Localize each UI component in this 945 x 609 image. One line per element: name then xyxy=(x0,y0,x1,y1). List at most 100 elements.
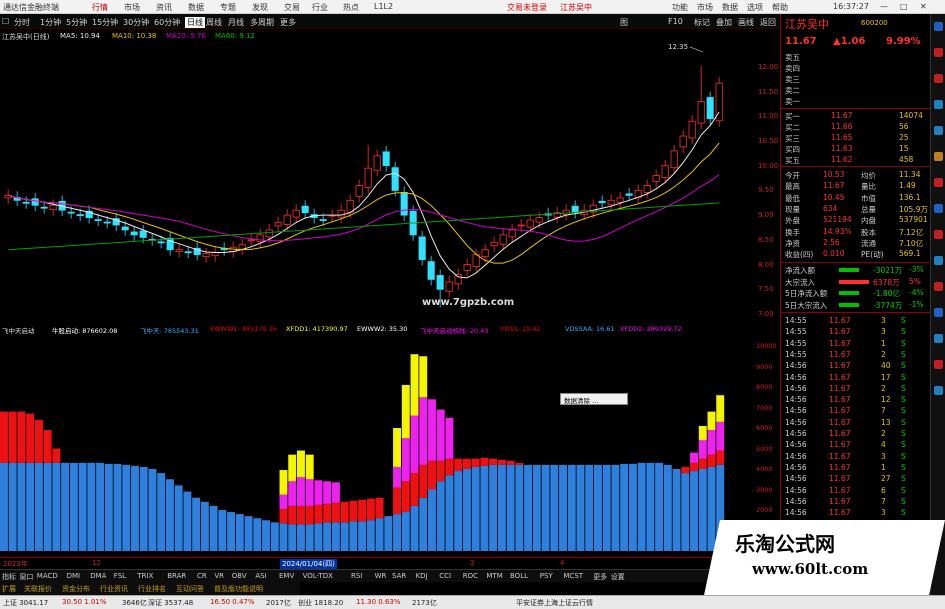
tick-volume: 6 xyxy=(881,485,886,495)
side-tool-icon[interactable] xyxy=(934,334,943,343)
tab-more[interactable]: 更多 xyxy=(280,17,296,28)
side-tool-icon[interactable] xyxy=(934,360,943,369)
indicator-tab[interactable]: BOLL xyxy=(510,572,528,580)
close-icon[interactable]: ✕ xyxy=(920,2,927,11)
side-tool-icon[interactable] xyxy=(934,100,943,109)
side-tool-icon[interactable] xyxy=(934,22,943,31)
indicator-tab[interactable]: DMA xyxy=(90,572,106,580)
indicator-tab[interactable]: CR xyxy=(197,572,207,580)
menu-zixun[interactable]: 资讯 xyxy=(156,2,172,13)
menu-l1l2[interactable]: L1L2 xyxy=(374,2,393,11)
tab-5min[interactable]: 5分钟 xyxy=(66,17,87,28)
menu-shuju2[interactable]: 数据 xyxy=(722,2,738,13)
sz-index[interactable]: 深证 3537.48 xyxy=(148,598,193,608)
maximize-icon[interactable]: □ xyxy=(900,2,908,11)
extension-tab[interactable]: 资金分布 xyxy=(62,584,90,594)
tab-60min[interactable]: 60分钟 xyxy=(154,17,180,28)
indicator-tab[interactable]: FSL xyxy=(114,572,126,580)
indicator-tab[interactable]: KDJ xyxy=(416,572,428,580)
indicator-tab[interactable]: CCI xyxy=(439,572,451,580)
side-tool-icon[interactable] xyxy=(934,204,943,213)
tick-time: 14:55 xyxy=(785,338,807,348)
tab-1min[interactable]: 1分钟 xyxy=(40,17,61,28)
flow-label: 净流入额 xyxy=(785,266,815,275)
indicator-tab[interactable]: 指标 xyxy=(2,572,16,582)
side-tool-icon[interactable] xyxy=(934,386,943,395)
side-tool-icon[interactable] xyxy=(934,230,943,239)
menu-xuanxiang[interactable]: 选项 xyxy=(747,2,763,13)
indicator-tab[interactable]: EMV xyxy=(279,572,294,580)
indicator-tab[interactable]: 更多 xyxy=(593,572,607,582)
extension-tab[interactable]: 关联报价 xyxy=(24,584,52,594)
side-tool-icon[interactable] xyxy=(934,74,943,83)
extension-tab[interactable]: 扩展 xyxy=(2,584,16,594)
side-tool-icon[interactable] xyxy=(934,126,943,135)
indicator-tab[interactable]: SAR xyxy=(392,572,406,580)
toolbar-toggle-icon[interactable]: ☐ xyxy=(2,17,9,26)
indicator-tab[interactable]: BRAR xyxy=(167,572,186,580)
candlestick-chart[interactable]: 12.35 xyxy=(0,42,745,320)
indicator-column xyxy=(183,491,192,551)
side-tool-icon[interactable] xyxy=(934,48,943,57)
extension-tab[interactable]: 行业资讯 xyxy=(100,584,128,594)
side-tool-icon[interactable] xyxy=(934,152,943,161)
f10-button[interactable]: F10 xyxy=(668,17,683,26)
chart-icon-button[interactable]: 图 xyxy=(620,17,628,28)
indicator-tab[interactable]: ROC xyxy=(463,572,478,580)
indicator-tab[interactable]: TRIX xyxy=(137,572,153,580)
back-button[interactable]: 返回 xyxy=(760,17,776,28)
tab-zhouxian[interactable]: 周线 xyxy=(206,17,222,28)
tick-side: S xyxy=(901,451,906,461)
indicator-tab[interactable]: 窗口 xyxy=(19,572,33,582)
indicator-tab[interactable]: RSI xyxy=(351,572,362,580)
extension-tab[interactable]: 互动问答 xyxy=(176,584,204,594)
indicator-tab[interactable]: DMI xyxy=(67,572,81,580)
indicator-tab[interactable]: OBV xyxy=(232,572,247,580)
tab-15min[interactable]: 15分钟 xyxy=(92,17,118,28)
ask-label: 卖四 xyxy=(785,64,800,73)
menu-redian[interactable]: 热点 xyxy=(343,2,359,13)
indicator-tab[interactable]: VR xyxy=(214,572,224,580)
extension-tab[interactable]: 行业排名 xyxy=(138,584,166,594)
menu-bangzhu[interactable]: 帮助 xyxy=(772,2,788,13)
tab-fenshi[interactable]: 分时 xyxy=(14,17,30,28)
indicator-tab[interactable]: MACD xyxy=(37,572,58,580)
indicator-tab[interactable]: MCST xyxy=(563,572,583,580)
indicator-tab[interactable]: 设置 xyxy=(611,572,625,582)
indicator-tab[interactable]: ASI xyxy=(255,572,266,580)
menu-hangqing[interactable]: 行情 xyxy=(92,2,108,13)
tab-duozhouqi[interactable]: 多周期 xyxy=(250,17,274,28)
indicator-tab[interactable]: PSY xyxy=(540,572,553,580)
mark-button[interactable]: 标记 xyxy=(694,17,710,28)
menu-gongneng[interactable]: 功能 xyxy=(672,2,688,13)
order-divider xyxy=(781,108,931,109)
overlay-button[interactable]: 叠加 xyxy=(716,17,732,28)
indicator-column xyxy=(602,464,611,551)
side-tool-icon[interactable] xyxy=(934,178,943,187)
stat-label: 总量 xyxy=(861,204,876,214)
side-tool-icon[interactable] xyxy=(934,256,943,265)
menu-hangye[interactable]: 行业 xyxy=(312,2,328,13)
tab-30min[interactable]: 30分钟 xyxy=(123,17,149,28)
menu-shichang[interactable]: 市场 xyxy=(124,2,140,13)
minimize-icon[interactable]: — xyxy=(880,2,888,11)
trade-login-link[interactable]: 交易未登录 xyxy=(507,2,547,13)
draw-button[interactable]: 画线 xyxy=(738,17,754,28)
tooltip-popup[interactable]: 数据清除 ... xyxy=(560,393,628,405)
extension-tab[interactable]: 普及版功能说明 xyxy=(214,584,263,594)
side-tool-icon[interactable] xyxy=(934,308,943,317)
menu-zhuanti[interactable]: 专题 xyxy=(220,2,236,13)
menu-shichang2[interactable]: 市场 xyxy=(697,2,713,13)
menu-jiaoyi[interactable]: 交易 xyxy=(284,2,300,13)
cy-index[interactable]: 创业 1818.20 xyxy=(298,598,343,608)
indicator-tab[interactable]: MTM xyxy=(486,572,502,580)
indicator-tab[interactable]: VOL-TDX xyxy=(303,572,333,580)
tab-rixian[interactable]: 日线 xyxy=(185,17,205,28)
side-tool-icon[interactable] xyxy=(934,282,943,291)
indicator-chart[interactable] xyxy=(0,336,745,557)
indicator-tab[interactable]: WR xyxy=(375,572,387,580)
sh-index[interactable]: 上证 3041.17 xyxy=(3,598,48,608)
tab-yuexian[interactable]: 月线 xyxy=(228,17,244,28)
menu-shuju[interactable]: 数据 xyxy=(188,2,204,13)
menu-faxian[interactable]: 发现 xyxy=(252,2,268,13)
